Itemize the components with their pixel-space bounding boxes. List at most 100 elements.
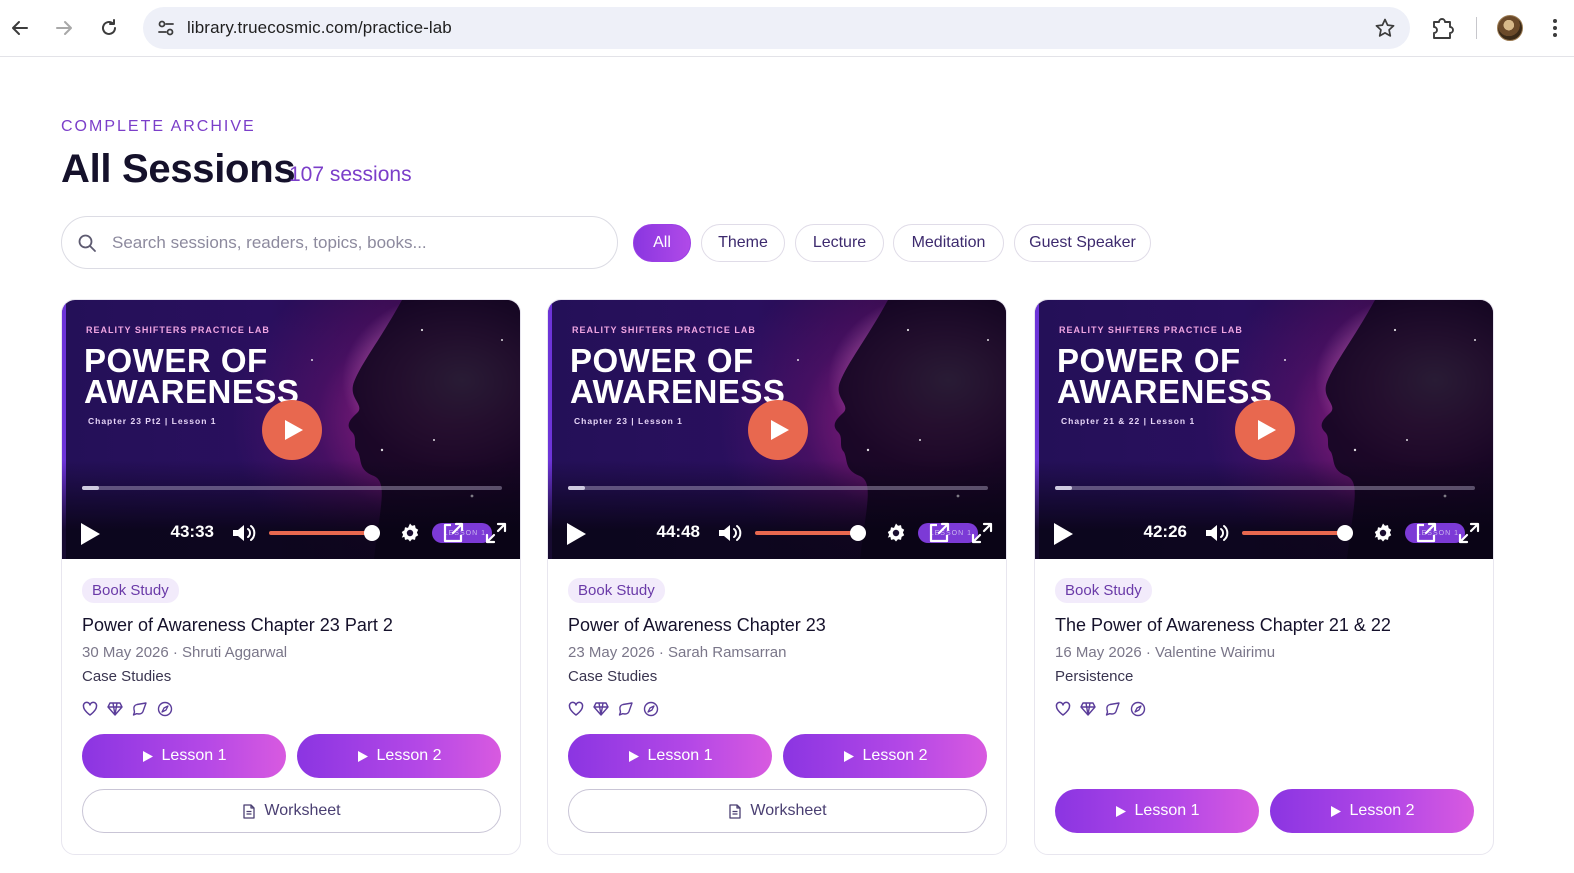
- site-info-button[interactable]: [151, 13, 181, 43]
- play-icon: [1330, 805, 1341, 817]
- kebab-icon[interactable]: [1546, 16, 1564, 40]
- lesson-2-label: Lesson 2: [862, 747, 928, 764]
- fullscreen-icon[interactable]: [1458, 522, 1480, 544]
- popout-icon[interactable]: [442, 522, 464, 544]
- video-player[interactable]: REALITY SHIFTERS PRACTICE LAB POWER OF AW…: [548, 300, 1006, 559]
- gem-icon[interactable]: [593, 701, 609, 717]
- star-icon[interactable]: [1374, 17, 1396, 39]
- puzzle-icon[interactable]: [1428, 14, 1456, 42]
- heart-icon[interactable]: [1055, 701, 1071, 717]
- filter-chip-guest-speaker[interactable]: Guest Speaker: [1014, 224, 1151, 262]
- comment-icon[interactable]: [618, 701, 634, 717]
- compass-icon[interactable]: [643, 701, 659, 717]
- cover-title-line2: AWARENESS: [84, 373, 300, 410]
- lesson-2-button[interactable]: Lesson 2: [1270, 789, 1474, 833]
- session-meta: 30 May 2026 · Shruti Aggarwal: [82, 644, 288, 661]
- browser-toolbar: library.truecosmic.com/practice-lab: [0, 0, 1574, 57]
- session-card: REALITY SHIFTERS PRACTICE LAB POWER OF AW…: [1034, 299, 1494, 855]
- session-title[interactable]: The Power of Awareness Chapter 21 & 22: [1055, 615, 1475, 636]
- url-text[interactable]: library.truecosmic.com/practice-lab: [187, 18, 452, 38]
- lesson-2-label: Lesson 2: [1349, 802, 1415, 819]
- session-title[interactable]: Power of Awareness Chapter 23 Part 2: [82, 615, 502, 636]
- filter-chip-lecture[interactable]: Lecture: [795, 224, 884, 262]
- seek-bar[interactable]: [568, 486, 988, 490]
- time-remaining: 42:26: [1143, 522, 1187, 541]
- compass-icon[interactable]: [157, 701, 173, 717]
- popout-icon[interactable]: [928, 522, 950, 544]
- popout-icon[interactable]: [1415, 522, 1437, 544]
- volume-slider-handle[interactable]: [364, 525, 380, 541]
- lesson-2-button[interactable]: Lesson 2: [297, 734, 501, 778]
- comment-icon[interactable]: [1105, 701, 1121, 717]
- gem-icon[interactable]: [107, 701, 123, 717]
- video-player[interactable]: REALITY SHIFTERS PRACTICE LAB POWER OF AW…: [62, 300, 520, 559]
- session-card: REALITY SHIFTERS PRACTICE LAB POWER OF AW…: [61, 299, 521, 855]
- document-icon: [243, 803, 256, 819]
- lesson-1-button[interactable]: Lesson 1: [568, 734, 772, 778]
- filter-chip-theme[interactable]: Theme: [701, 224, 785, 262]
- category-tag: Book Study: [568, 578, 665, 603]
- gem-icon[interactable]: [1080, 701, 1096, 717]
- filter-chip-meditation[interactable]: Meditation: [893, 224, 1004, 262]
- volume-slider[interactable]: [755, 531, 858, 535]
- session-card: REALITY SHIFTERS PRACTICE LAB POWER OF AW…: [547, 299, 1007, 855]
- volume-slider-handle[interactable]: [850, 525, 866, 541]
- comment-icon[interactable]: [132, 701, 148, 717]
- volume-slider[interactable]: [269, 531, 372, 535]
- document-icon: [729, 803, 742, 819]
- compass-icon[interactable]: [1130, 701, 1146, 717]
- big-play-button[interactable]: [748, 400, 808, 460]
- profile-avatar[interactable]: [1497, 15, 1523, 41]
- address-bar[interactable]: library.truecosmic.com/practice-lab: [143, 7, 1410, 49]
- cover-title: POWER OF AWARENESS: [84, 344, 344, 410]
- fullscreen-icon[interactable]: [971, 522, 993, 544]
- cover-brand: REALITY SHIFTERS PRACTICE LAB: [572, 325, 756, 335]
- gear-icon[interactable]: [885, 522, 907, 544]
- lesson-1-button[interactable]: Lesson 1: [1055, 789, 1259, 833]
- card-action-icons: [82, 701, 173, 719]
- seek-bar-fill: [82, 486, 99, 490]
- gear-icon[interactable]: [399, 522, 421, 544]
- volume-icon[interactable]: [230, 521, 256, 545]
- category-tag: Book Study: [82, 578, 179, 603]
- video-player[interactable]: REALITY SHIFTERS PRACTICE LAB POWER OF AW…: [1035, 300, 1493, 559]
- seek-bar-fill: [568, 486, 585, 490]
- gear-icon[interactable]: [1372, 522, 1394, 544]
- worksheet-button[interactable]: Worksheet: [568, 789, 987, 833]
- cover-subtitle: Chapter 23 Pt2 | Lesson 1: [88, 416, 217, 426]
- lesson-2-button[interactable]: Lesson 2: [783, 734, 987, 778]
- session-topic: Persistence: [1055, 668, 1134, 685]
- volume-icon[interactable]: [716, 521, 742, 545]
- seek-bar[interactable]: [82, 486, 502, 490]
- play-icon: [285, 420, 303, 440]
- session-title[interactable]: Power of Awareness Chapter 23: [568, 615, 988, 636]
- back-button[interactable]: [2, 10, 38, 46]
- lesson-1-label: Lesson 1: [161, 747, 227, 764]
- big-play-button[interactable]: [1235, 400, 1295, 460]
- filter-chip-all[interactable]: All: [633, 224, 691, 262]
- cover-subtitle: Chapter 23 | Lesson 1: [574, 416, 683, 426]
- session-topic: Case Studies: [82, 668, 172, 685]
- forward-button[interactable]: [46, 10, 82, 46]
- play-icon[interactable]: [564, 521, 588, 547]
- heart-icon[interactable]: [82, 701, 98, 717]
- fullscreen-icon[interactable]: [485, 522, 507, 544]
- time-remaining: 43:33: [170, 522, 214, 541]
- lesson-1-button[interactable]: Lesson 1: [82, 734, 286, 778]
- big-play-button[interactable]: [262, 400, 322, 460]
- controls-shade: [1035, 460, 1493, 559]
- heart-icon[interactable]: [568, 701, 584, 717]
- search-input[interactable]: [112, 226, 602, 260]
- cover-title: POWER OF AWARENESS: [1057, 344, 1317, 410]
- reload-button[interactable]: [91, 10, 127, 46]
- volume-icon[interactable]: [1203, 521, 1229, 545]
- play-icon: [1258, 420, 1276, 440]
- volume-slider[interactable]: [1242, 531, 1345, 535]
- seek-bar[interactable]: [1055, 486, 1475, 490]
- worksheet-button[interactable]: Worksheet: [82, 789, 501, 833]
- cover-title-line2: AWARENESS: [1057, 373, 1273, 410]
- card-action-icons: [568, 701, 659, 719]
- play-icon[interactable]: [78, 521, 102, 547]
- volume-slider-handle[interactable]: [1337, 525, 1353, 541]
- play-icon[interactable]: [1051, 521, 1075, 547]
